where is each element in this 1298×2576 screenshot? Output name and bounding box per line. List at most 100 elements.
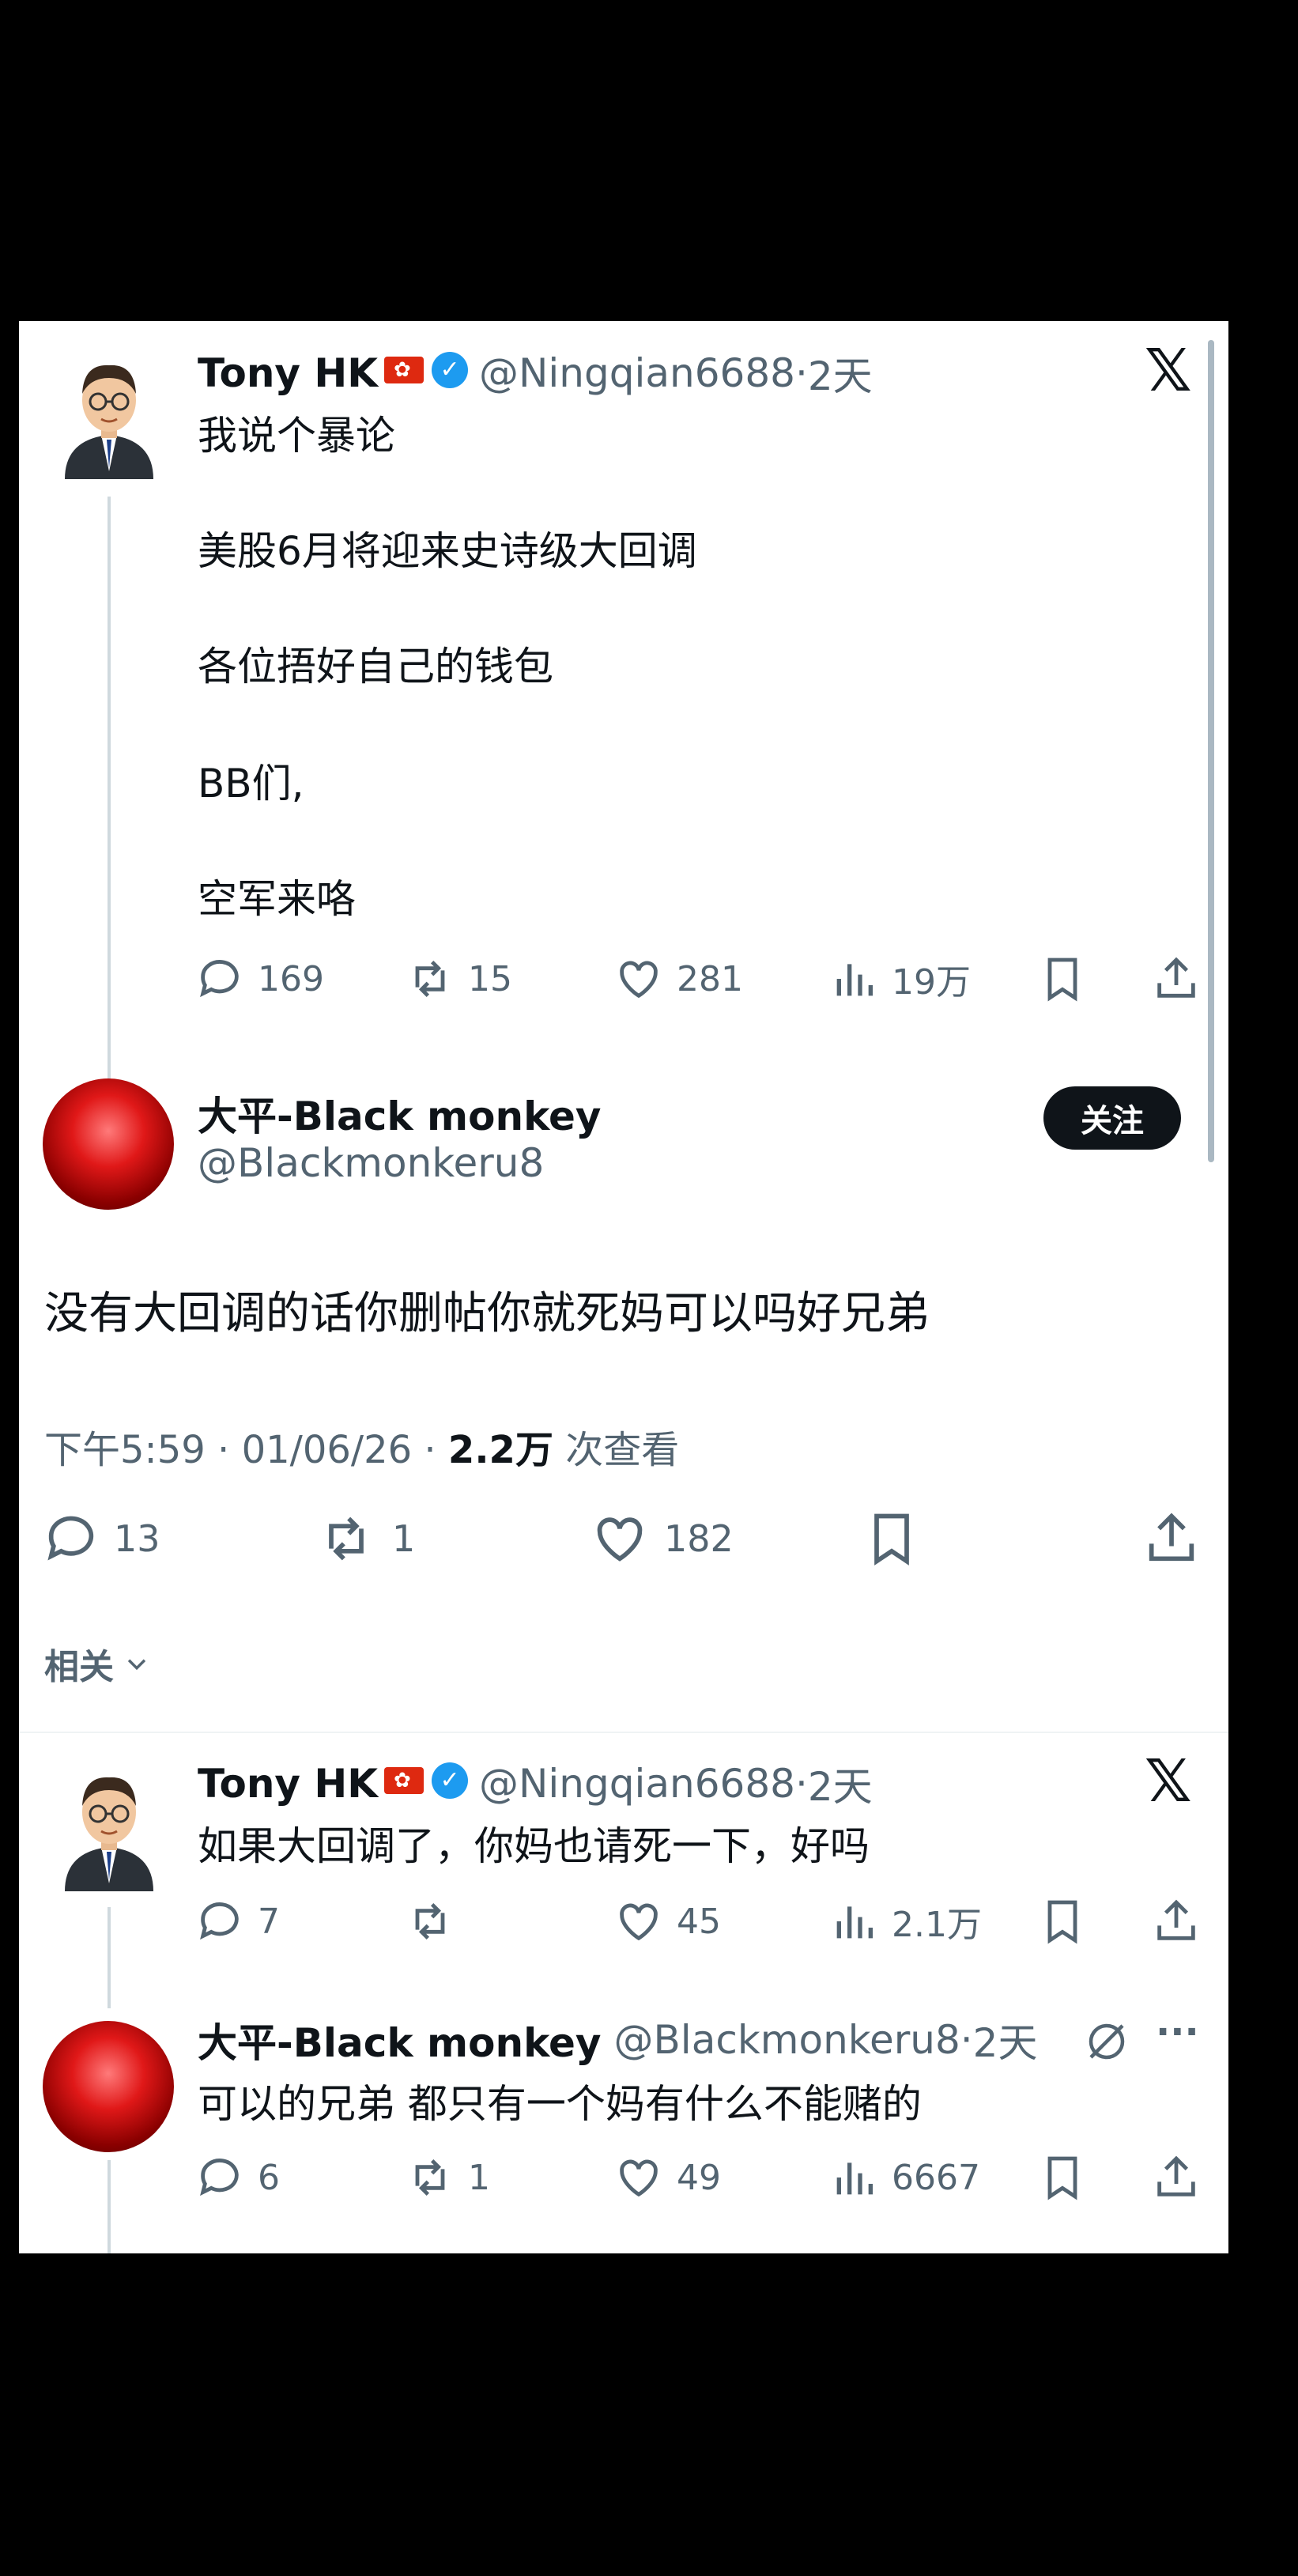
heart-icon: [620, 2159, 658, 2197]
bookmark-icon: [1047, 958, 1077, 1002]
view-count: 6667: [892, 2157, 980, 2198]
thread-line: [108, 1907, 111, 2008]
share-icon: [1157, 2155, 1195, 2196]
like-button[interactable]: 49: [613, 2152, 721, 2203]
bookmark-button[interactable]: [1037, 954, 1088, 1004]
separator-dot: ·: [960, 2017, 973, 2063]
reply-count: 169: [258, 958, 324, 999]
screenshot-frame: Tony HK ✓ @Ningqian6688 · 2天 𝕏 我说个暴论 美股6…: [19, 321, 1228, 2253]
views-button[interactable]: 19万: [828, 954, 971, 1004]
retweet-count: 15: [468, 958, 512, 999]
tweet-time[interactable]: 2天: [808, 345, 873, 402]
avatar[interactable]: [43, 2021, 174, 2152]
avatar[interactable]: [57, 353, 161, 479]
like-count: 182: [664, 1517, 734, 1560]
reply-count: 7: [258, 1901, 280, 1942]
reply-text: 如果大回调了，你妈也请死一下，好吗: [198, 1823, 870, 1869]
tweet-text-line: BB们,: [198, 761, 304, 806]
reply-icon: [200, 2159, 239, 2196]
retweet-button[interactable]: 1: [313, 1509, 415, 1569]
related-toggle[interactable]: 相关: [44, 1638, 150, 1689]
separator-dot: ·: [794, 350, 808, 396]
reply-icon: [47, 1516, 94, 1561]
retweet-count: 1: [392, 1517, 416, 1560]
share-icon: [1157, 957, 1195, 998]
grok-icon[interactable]: [1083, 2018, 1130, 2068]
display-name[interactable]: 大平-Black monkey: [198, 1085, 602, 1142]
display-name[interactable]: Tony HK: [198, 1761, 378, 1807]
retweet-button[interactable]: 1: [405, 2152, 490, 2203]
bookmark-icon: [1047, 1900, 1077, 1944]
verified-badge-icon: ✓: [432, 1762, 469, 1799]
views-chart-icon: [836, 1906, 873, 1939]
share-icon: [1149, 1513, 1194, 1562]
avatar[interactable]: [43, 1078, 174, 1210]
reply-button[interactable]: 6: [194, 2152, 280, 2203]
heart-icon: [620, 1903, 658, 1941]
retweet-icon: [415, 960, 445, 998]
retweet-button[interactable]: [405, 1896, 468, 1947]
reply-button[interactable]: 13: [41, 1509, 160, 1569]
view-count: 2.2万: [447, 1428, 553, 1472]
like-button[interactable]: 281: [613, 954, 743, 1004]
main-tweet-text: 没有大回调的话你删帖你就死妈可以吗好兄弟: [44, 1288, 930, 1339]
share-button[interactable]: [1141, 1509, 1202, 1569]
tweet-text-line: 我说个暴论: [198, 413, 395, 459]
share-icon: [1157, 1899, 1195, 1940]
heart-icon: [620, 961, 658, 999]
views-label: 次查看: [553, 1428, 680, 1472]
views-button[interactable]: 6667: [828, 2152, 980, 2203]
x-logo-icon[interactable]: 𝕏: [1145, 1752, 1192, 1811]
retweet-count: 1: [468, 2157, 490, 2198]
reply-count: 13: [114, 1517, 160, 1560]
like-count: 49: [677, 2157, 721, 2198]
chevron-down-icon: [127, 1659, 146, 1671]
reply-button[interactable]: 7: [194, 1896, 280, 1947]
retweet-icon: [415, 2159, 445, 2196]
user-handle[interactable]: @Blackmonkeru8: [614, 2017, 960, 2063]
view-count: 19万: [892, 962, 971, 1003]
display-name[interactable]: Tony HK: [198, 350, 378, 396]
more-options-icon[interactable]: ···: [1156, 2010, 1199, 2054]
retweet-button[interactable]: 15: [405, 954, 512, 1004]
tweet-timestamp[interactable]: 下午5:59 · 01/06/26 ·: [44, 1428, 448, 1472]
reply-button[interactable]: 169: [194, 954, 324, 1004]
share-button[interactable]: [1151, 1896, 1202, 1947]
separator-dot: ·: [794, 1761, 808, 1807]
tweet-header: Tony HK ✓ @Ningqian6688 · 2天: [198, 345, 873, 402]
share-button[interactable]: [1151, 2152, 1202, 2203]
divider: [19, 1732, 1228, 1733]
views-button[interactable]: 2.1万: [828, 1896, 982, 1947]
tweet-time[interactable]: 2天: [808, 1755, 873, 1812]
retweet-icon: [329, 1517, 364, 1561]
follow-button[interactable]: 关注: [1043, 1086, 1181, 1150]
hong-kong-flag-icon: [384, 1767, 424, 1794]
scrollbar[interactable]: [1208, 340, 1214, 1162]
views-chart-icon: [836, 2162, 873, 2195]
display-name[interactable]: 大平-Black monkey: [198, 2011, 602, 2068]
reply-icon: [200, 960, 239, 998]
bookmark-button[interactable]: [1037, 1896, 1088, 1947]
tweet-text-line: 美股6月将迎来史诗级大回调: [198, 528, 697, 574]
user-handle[interactable]: @Blackmonkeru8: [198, 1140, 544, 1186]
bookmark-button[interactable]: [1037, 2152, 1088, 2203]
tweet-time[interactable]: 2天: [973, 2011, 1038, 2068]
avatar[interactable]: [57, 1765, 161, 1891]
bookmark-icon: [1047, 2156, 1077, 2200]
user-handle[interactable]: @Ningqian6688: [479, 1761, 795, 1807]
verified-badge-icon: ✓: [432, 352, 469, 388]
view-count: 2.1万: [892, 1905, 982, 1945]
tweet-text-line: 各位捂好自己的钱包: [198, 644, 553, 689]
tweet-metadata: 下午5:59 · 01/06/26 · 2.2万 次查看: [44, 1418, 679, 1474]
like-count: 45: [677, 1901, 721, 1942]
tweet-text-line: 空军来咯: [198, 876, 356, 922]
bookmark-button[interactable]: [862, 1509, 922, 1569]
like-button[interactable]: 45: [613, 1896, 721, 1947]
related-label: 相关: [44, 1647, 114, 1687]
thread-line: [108, 497, 111, 1145]
user-handle[interactable]: @Ningqian6688: [479, 350, 795, 396]
like-button[interactable]: 182: [588, 1509, 734, 1569]
x-logo-icon[interactable]: 𝕏: [1145, 342, 1192, 400]
thread-line: [108, 2160, 111, 2253]
share-button[interactable]: [1151, 954, 1202, 1004]
